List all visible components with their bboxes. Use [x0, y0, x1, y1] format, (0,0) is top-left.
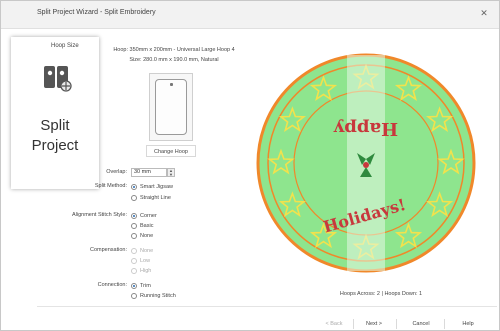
- hoop-description: Hoop: 350mm x 200mm - Universal Large Ho…: [113, 47, 235, 53]
- connection-label: Connection:: [97, 282, 127, 288]
- radio-label: Trim: [140, 283, 151, 289]
- title-bar: Split Project Wizard - Split Embroidery …: [1, 1, 499, 29]
- radio-dot: [131, 223, 137, 229]
- hoop-thumbnail: [149, 73, 193, 141]
- split-method-smart-jigsaw-radio[interactable]: Smart Jigsaw: [131, 183, 191, 192]
- radio-label: Low: [140, 258, 151, 264]
- radio-dot: [131, 283, 137, 289]
- hoop-marker: [170, 83, 173, 86]
- connection-trim-radio[interactable]: Trim: [131, 282, 191, 291]
- radio-label: Corner: [140, 213, 157, 219]
- radio-label: Smart Jigsaw: [140, 184, 174, 190]
- split-project-wizard-window: Split Project Wizard - Split Embroidery …: [0, 0, 500, 331]
- overlap-label: Overlap:: [106, 169, 127, 175]
- connection-running-stitch-radio[interactable]: Running Stitch: [131, 292, 191, 301]
- radio-dot: [131, 268, 137, 274]
- radio-label: None: [140, 233, 154, 239]
- hoop-size-group-label: Hoop Size: [51, 43, 79, 49]
- split-method-label: Split Method:: [94, 183, 127, 189]
- back-button[interactable]: < Back: [319, 319, 349, 329]
- overlap-spinner[interactable]: ▲ ▼: [167, 168, 175, 177]
- button-separator: [353, 319, 354, 329]
- cancel-button[interactable]: Cancel: [404, 319, 438, 329]
- alignment-corner-radio[interactable]: Corner: [131, 212, 191, 221]
- hoop-outline: [155, 79, 187, 135]
- alignment-stitch-style-label: Alignment Stitch Style:: [71, 212, 127, 218]
- radio-label: None: [140, 248, 154, 254]
- alignment-basic-radio[interactable]: Basic: [131, 222, 191, 231]
- radio-dot: [131, 184, 137, 190]
- radio-label: High: [140, 268, 152, 274]
- alignment-none-radio[interactable]: None: [131, 232, 191, 241]
- split-project-card: Split Project: [11, 37, 99, 189]
- change-hoop-button[interactable]: Change Hoop: [146, 145, 196, 157]
- compensation-none-radio[interactable]: None: [131, 247, 191, 256]
- radio-label: Basic: [140, 223, 154, 229]
- close-icon[interactable]: ✕: [477, 6, 491, 20]
- split-method-straight-line-radio[interactable]: Straight Line: [131, 194, 191, 203]
- window-title: Split Project Wizard - Split Embroidery: [37, 9, 156, 16]
- radio-dot: [131, 195, 137, 201]
- compensation-low-radio[interactable]: Low: [131, 257, 191, 266]
- radio-dot: [131, 213, 137, 219]
- split-project-icon: [44, 66, 72, 92]
- split-preview: Happy Holidays!: [245, 45, 487, 281]
- radio-label: Straight Line: [140, 195, 171, 201]
- radio-label: Running Stitch: [140, 293, 176, 299]
- next-button[interactable]: Next >: [359, 319, 389, 329]
- card-title-line-2: Project: [31, 137, 79, 154]
- design-word-1: Happy: [333, 118, 398, 139]
- radio-dot: [131, 258, 137, 264]
- radio-dot: [131, 233, 137, 239]
- button-separator: [444, 319, 445, 329]
- button-separator: [396, 319, 397, 329]
- help-button[interactable]: Help: [453, 319, 483, 329]
- embroidery-preview-canvas: Happy Holidays!: [256, 53, 476, 273]
- design-size: Size: 280.0 mm x 190.0 mm, Natural: [129, 57, 219, 63]
- compensation-high-radio[interactable]: High: [131, 267, 191, 276]
- radio-dot: [131, 293, 137, 299]
- compensation-label: Compensation:: [90, 247, 127, 253]
- footer-divider: [37, 306, 497, 307]
- overlap-input[interactable]: 30 mm: [131, 168, 167, 177]
- card-title-line-1: Split: [40, 117, 70, 134]
- radio-dot: [131, 248, 137, 254]
- hoop-count-status: Hoops Across: 2 | Hoops Down: 1: [339, 291, 423, 297]
